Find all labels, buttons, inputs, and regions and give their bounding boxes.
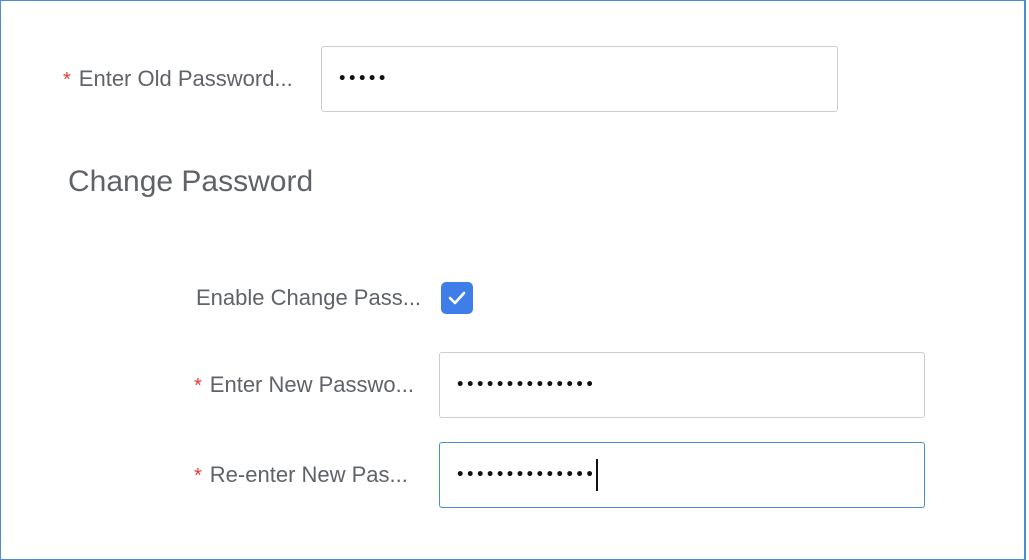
reenter-password-input[interactable]: ••••••••••••••: [438, 442, 925, 508]
reenter-password-label: Re-enter New Pas...: [209, 462, 408, 487]
form-panel: * Enter Old Password... ••••• Change Pas…: [0, 0, 1026, 560]
new-password-row: * Enter New Passwo... ••••••••••••••: [194, 352, 925, 418]
required-mark: *: [194, 464, 202, 487]
old-password-value: •••••: [337, 71, 388, 87]
new-password-label: Enter New Passwo...: [209, 372, 414, 397]
checkmark-icon: [448, 291, 466, 305]
new-password-value: ••••••••••••••: [455, 377, 596, 393]
enable-change-password-checkbox[interactable]: [441, 282, 473, 314]
old-password-row: * Enter Old Password... •••••: [63, 46, 838, 112]
old-password-label: Enter Old Password...: [78, 66, 293, 91]
required-mark: *: [63, 68, 71, 91]
reenter-password-value: ••••••••••••••: [455, 467, 596, 483]
required-mark: *: [194, 374, 202, 397]
text-caret: [596, 459, 599, 491]
old-password-input[interactable]: •••••: [320, 46, 838, 112]
enable-change-password-label: Enable Change Pass...: [196, 285, 422, 310]
new-password-input[interactable]: ••••••••••••••: [438, 352, 925, 418]
section-title: Change Password: [68, 165, 314, 198]
reenter-password-row: * Re-enter New Pas... ••••••••••••••: [194, 442, 925, 508]
enable-change-password-row: Enable Change Pass...: [196, 282, 473, 314]
